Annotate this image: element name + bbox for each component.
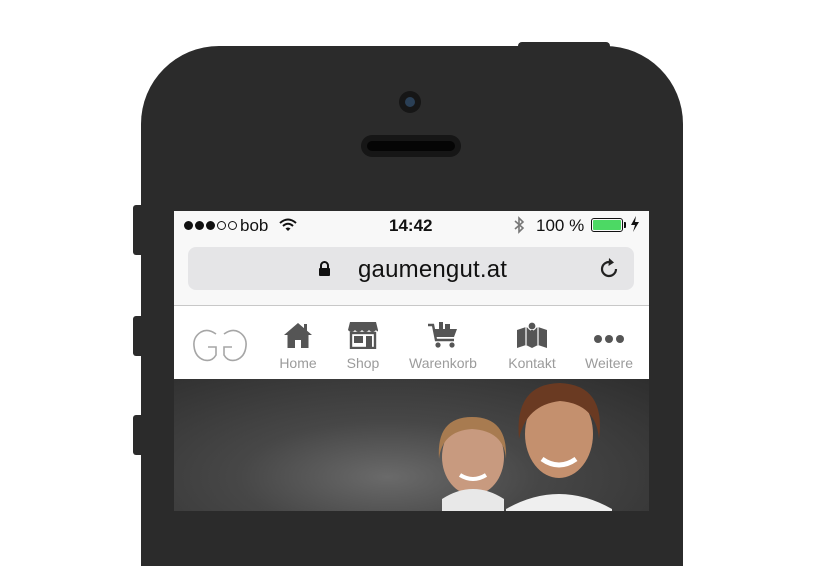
cart-icon [406,315,480,349]
status-bar: bob 14:42 100 % [174,211,649,241]
phone-screen: bob 14:42 100 % gaumengut.at Home Shop W… [174,211,649,511]
charging-icon [630,216,640,237]
nav-item-cart[interactable]: Warenkorb [406,315,480,371]
site-logo[interactable] [190,324,250,371]
bluetooth-icon [513,216,525,239]
nav-item-label: Home [279,355,317,371]
nav-item-label: Shop [346,355,380,371]
hero-people-illustration [438,383,612,511]
front-camera [399,91,421,113]
hero-photo [174,379,649,511]
nav-item-more[interactable]: Weitere [584,315,634,371]
signal-strength-icon [184,221,237,230]
more-icon [584,315,634,349]
nav-item-contact[interactable]: Kontakt [506,315,558,371]
url-text[interactable]: gaumengut.at [358,256,507,284]
lock-icon [318,261,331,282]
nav-item-label: Warenkorb [409,355,477,371]
earpiece-speaker [361,135,461,157]
carrier-name: bob [240,216,269,235]
reload-icon[interactable] [598,257,622,286]
site-navigation: Home Shop Warenkorb Kontakt Weitere [174,306,649,379]
map-icon [506,315,558,349]
nav-item-shop[interactable]: Shop [342,315,384,371]
home-icon [276,315,320,349]
wifi-icon [279,217,297,237]
address-bar[interactable]: gaumengut.at [188,247,634,290]
nav-item-label: Kontakt [508,355,556,371]
battery-icon [591,218,626,232]
nav-item-home[interactable]: Home [276,315,320,371]
nav-item-label: Weitere [585,355,633,371]
status-time: 14:42 [389,216,433,235]
battery-percent: 100 % [536,216,585,235]
shop-icon [342,315,384,349]
